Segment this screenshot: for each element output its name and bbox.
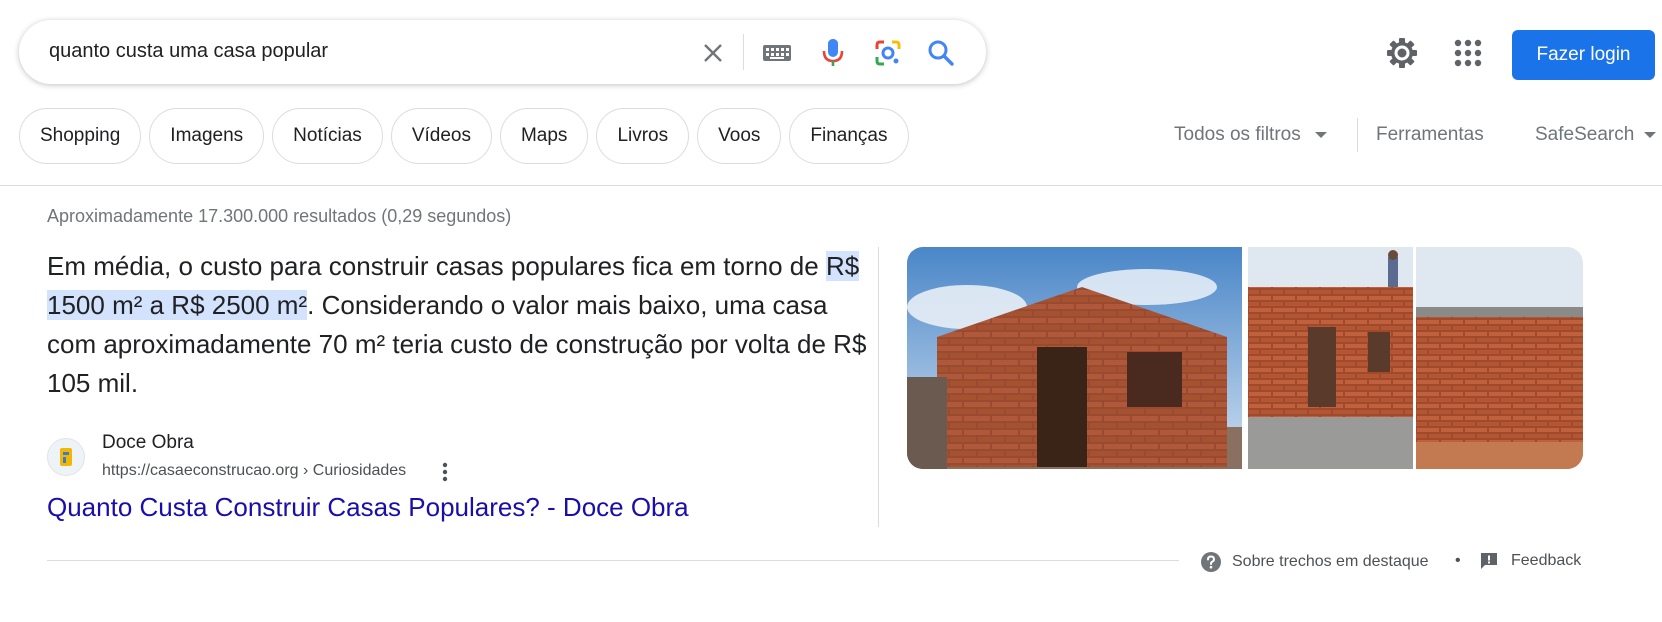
source-url[interactable]: https://casaeconstrucao.org › Curiosidad… — [102, 462, 406, 480]
result-stats: Aproximadamente 17.300.000 resultados (0… — [47, 206, 512, 226]
snippet-text-before: Em média, o custo para construir casas p… — [47, 251, 826, 281]
chip-images[interactable]: Imagens — [149, 108, 265, 164]
keyboard-icon[interactable] — [760, 36, 794, 70]
featured-snippet-text: Em média, o custo para construir casas p… — [47, 247, 867, 403]
chip-shopping[interactable]: Shopping — [19, 108, 142, 164]
footer-separator-dot: • — [1455, 552, 1461, 569]
kebab-icon[interactable] — [437, 461, 453, 483]
login-button[interactable]: Fazer login — [1512, 30, 1655, 80]
filters-divider — [1357, 118, 1358, 152]
filter-chips: Shopping Imagens Notícias Vídeos Maps Li… — [19, 108, 917, 164]
feedback-icon — [1481, 553, 1497, 569]
chevron-down-icon — [1314, 131, 1327, 138]
feedback-label: Feedback — [1511, 552, 1582, 569]
chip-news[interactable]: Notícias — [272, 108, 383, 164]
house-photo-1[interactable] — [907, 247, 1242, 469]
chip-flights[interactable]: Voos — [697, 108, 782, 164]
search-bar[interactable]: quanto custa uma casa popular — [19, 20, 986, 84]
help-icon — [1201, 552, 1221, 572]
source-favicon[interactable] — [47, 438, 85, 476]
search-icon[interactable] — [924, 36, 958, 70]
all-filters-label: Todos os filtros — [1174, 124, 1301, 145]
source-name[interactable]: Doce Obra — [102, 432, 194, 454]
about-snippets-label: Sobre trechos em destaque — [1232, 553, 1429, 570]
lens-icon[interactable] — [871, 36, 905, 70]
chip-videos[interactable]: Vídeos — [390, 108, 492, 164]
search-input[interactable]: quanto custa uma casa popular — [49, 40, 328, 63]
result-title-link[interactable]: Quanto Custa Construir Casas Populares? … — [47, 492, 689, 523]
microphone-icon[interactable] — [816, 36, 850, 70]
snippet-divider — [878, 247, 879, 527]
feedback-link[interactable]: Feedback — [1479, 551, 1581, 571]
gear-icon[interactable] — [1386, 37, 1418, 69]
about-snippets-link[interactable]: Sobre trechos em destaque — [1200, 551, 1429, 573]
footer-divider — [47, 560, 1179, 561]
chevron-down-icon — [1644, 131, 1657, 138]
chip-maps[interactable]: Maps — [499, 108, 589, 164]
safesearch-label: SafeSearch — [1535, 124, 1635, 145]
apps-icon[interactable] — [1453, 38, 1483, 68]
close-icon[interactable] — [696, 36, 730, 70]
snippet-images[interactable] — [907, 247, 1583, 469]
tools-button[interactable]: Ferramentas — [1376, 124, 1484, 146]
search-bar-divider — [743, 34, 744, 70]
chip-books[interactable]: Livros — [596, 108, 690, 164]
header-divider — [0, 185, 1662, 186]
house-photo-2[interactable] — [1248, 247, 1583, 469]
safesearch-button[interactable]: SafeSearch — [1535, 124, 1657, 146]
chip-finance[interactable]: Finanças — [789, 108, 909, 164]
all-filters-button[interactable]: Todos os filtros — [1174, 124, 1327, 146]
